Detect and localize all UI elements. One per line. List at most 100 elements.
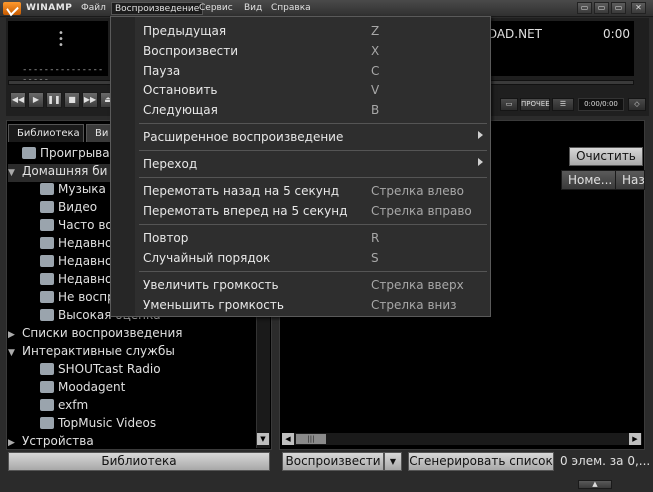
menu-item[interactable]: Пауза C xyxy=(135,61,489,81)
stop-button[interactable]: ■ xyxy=(64,92,80,108)
play-dropdown-icon[interactable]: ▼ xyxy=(384,452,402,471)
tree-item-icon xyxy=(22,147,36,159)
tree-item-icon xyxy=(40,183,54,195)
tree-arrow-icon[interactable]: ▼ xyxy=(8,168,22,178)
title-bar: WINAMP Файл Воспроизведение Сервис Вид С… xyxy=(0,0,653,17)
menu-item-label: Увеличить громкость xyxy=(143,278,279,292)
menu-item[interactable]: Воспроизвести X xyxy=(135,41,489,61)
menu-item[interactable]: Уменьшить громкость Стрелка вниз xyxy=(135,295,489,315)
tree-item-icon xyxy=(40,273,54,285)
menu-item-label: Случайный порядок xyxy=(143,251,271,265)
play-button[interactable]: ▶ xyxy=(28,92,44,108)
options-icon[interactable]: ◇ xyxy=(628,98,646,111)
tree-item-label: Moodagent xyxy=(58,380,126,394)
playlist-button[interactable]: ☰ xyxy=(552,98,574,111)
tree-item-icon xyxy=(40,237,54,249)
tree-item-label: exfm xyxy=(58,398,89,412)
generate-playlist-button[interactable]: Сгенерировать список xyxy=(408,452,554,471)
submenu-arrow-icon xyxy=(478,158,483,166)
clear-button[interactable]: Очистить xyxy=(569,147,643,166)
menu-item-shortcut: R xyxy=(371,231,380,245)
menu-item[interactable]: Расширенное воспроизведение xyxy=(135,127,489,147)
menu-item-shortcut: Стрелка вниз xyxy=(371,298,457,312)
menu-item[interactable]: Предыдущая Z xyxy=(135,21,489,41)
menu-item[interactable]: Переход xyxy=(135,154,489,174)
menu-file[interactable]: Файл xyxy=(78,2,109,15)
tree-item-icon xyxy=(40,219,54,231)
menu-separator xyxy=(139,224,487,225)
tree-arrow-icon[interactable]: ▶ xyxy=(8,438,22,448)
column-number[interactable]: Номе... xyxy=(561,170,617,190)
scroll-right-icon[interactable]: ▶ xyxy=(629,433,641,445)
menu-separator xyxy=(139,150,487,151)
tree-item-label: TopMusic Videos xyxy=(58,416,157,430)
winamp-logo-icon[interactable] xyxy=(3,2,21,15)
tree-item-icon xyxy=(40,291,54,303)
next-button[interactable]: ▶▶ xyxy=(82,92,98,108)
menu-separator xyxy=(139,177,487,178)
scroll-down-icon[interactable]: ▼ xyxy=(257,433,269,445)
maximize-button[interactable]: ▭ xyxy=(611,2,626,14)
menu-item[interactable]: Остановить V xyxy=(135,80,489,100)
menu-item[interactable]: Увеличить громкость Стрелка вверх xyxy=(135,275,489,295)
tree-arrow-icon[interactable]: ▼ xyxy=(8,348,22,358)
shade-button[interactable]: ▭ xyxy=(594,2,609,14)
menu-item-shortcut: V xyxy=(371,83,380,97)
menu-item-shortcut: Стрелка вверх xyxy=(371,278,464,292)
menu-item-label: Пауза xyxy=(143,64,181,78)
menu-item[interactable]: Перемотать назад на 5 секунд Стрелка влев… xyxy=(135,181,489,201)
menu-separator xyxy=(139,123,487,124)
menu-item-label: Предыдущая xyxy=(143,24,227,38)
resize-grip-icon[interactable]: ▲ xyxy=(578,480,612,489)
tree-item[interactable]: SHOUTcast Radio xyxy=(26,362,258,380)
tree-item[interactable]: TopMusic Videos xyxy=(26,416,258,434)
minimize-button[interactable]: ▭ xyxy=(577,2,592,14)
menu-item[interactable]: Повтор R xyxy=(135,228,489,248)
time-readout: 0:00/0:00 xyxy=(578,98,624,111)
tree-item-label: Домашняя би xyxy=(22,164,108,178)
menu-item-label: Остановить xyxy=(143,83,218,97)
tree-item-icon xyxy=(40,399,54,411)
scroll-left-icon[interactable]: ◀ xyxy=(282,433,294,445)
playback-menu: Предыдущая Z Воспроизвести X Пауза C Остановит… xyxy=(110,16,491,317)
app-name: WINAMP xyxy=(26,3,73,13)
menu-playback[interactable]: Воспроизведение xyxy=(111,2,204,15)
horizontal-scrollbar[interactable] xyxy=(282,433,642,445)
play-list-button[interactable]: Воспроизвести xyxy=(282,452,384,471)
scroll-thumb[interactable]: ||| xyxy=(296,434,326,444)
menu-item-label: Перемотать вперед на 5 секунд xyxy=(143,204,348,218)
visualizer[interactable]: • • • -------------------- xyxy=(8,21,108,85)
tree-item[interactable]: ▶ Списки воспроизведения xyxy=(8,326,258,344)
menu-item[interactable]: Следующая B xyxy=(135,100,489,120)
menu-tools[interactable]: Сервис xyxy=(196,2,236,15)
tree-item[interactable]: Moodagent xyxy=(26,380,258,398)
tree-arrow-icon[interactable]: ▶ xyxy=(8,330,22,340)
menu-help[interactable]: Справка xyxy=(268,2,314,15)
tree-item-label: Видео xyxy=(58,200,98,214)
menu-item-label: Повтор xyxy=(143,231,189,245)
menu-item[interactable]: Случайный порядок S xyxy=(135,248,489,268)
small-toggle-button[interactable]: ▭ xyxy=(500,98,518,111)
tree-item[interactable]: exfm xyxy=(26,398,258,416)
menu-item-label: Воспроизвести xyxy=(143,44,238,58)
tree-item[interactable]: ▼ Интерактивные службы xyxy=(8,344,258,362)
menu-item-shortcut: Z xyxy=(371,24,380,38)
column-title[interactable]: Наз xyxy=(615,170,645,190)
menu-item-shortcut: Стрелка влево xyxy=(371,184,464,198)
tree-item-icon xyxy=(40,255,54,267)
tree-item-icon xyxy=(40,201,54,213)
menu-item-shortcut: S xyxy=(371,251,379,265)
tab-library[interactable]: Библиотека xyxy=(8,124,84,142)
submenu-arrow-icon xyxy=(478,131,483,139)
close-button[interactable]: ✕ xyxy=(631,2,646,14)
menu-item[interactable]: Перемотать вперед на 5 секунд Стрелка впр… xyxy=(135,201,489,221)
menu-separator xyxy=(139,271,487,272)
tree-item[interactable]: ▶ Устройства xyxy=(8,434,258,452)
library-button[interactable]: Библиотека xyxy=(8,452,270,471)
status-text: 0 элем. за 0,... xyxy=(560,454,651,468)
previous-button[interactable]: ◀◀ xyxy=(10,92,26,108)
menu-view[interactable]: Вид xyxy=(241,2,265,15)
misc-button[interactable]: ПРОЧЕЕ xyxy=(520,98,550,111)
pause-button[interactable]: ❚❚ xyxy=(46,92,62,108)
tree-item-label: SHOUTcast Radio xyxy=(58,362,161,376)
